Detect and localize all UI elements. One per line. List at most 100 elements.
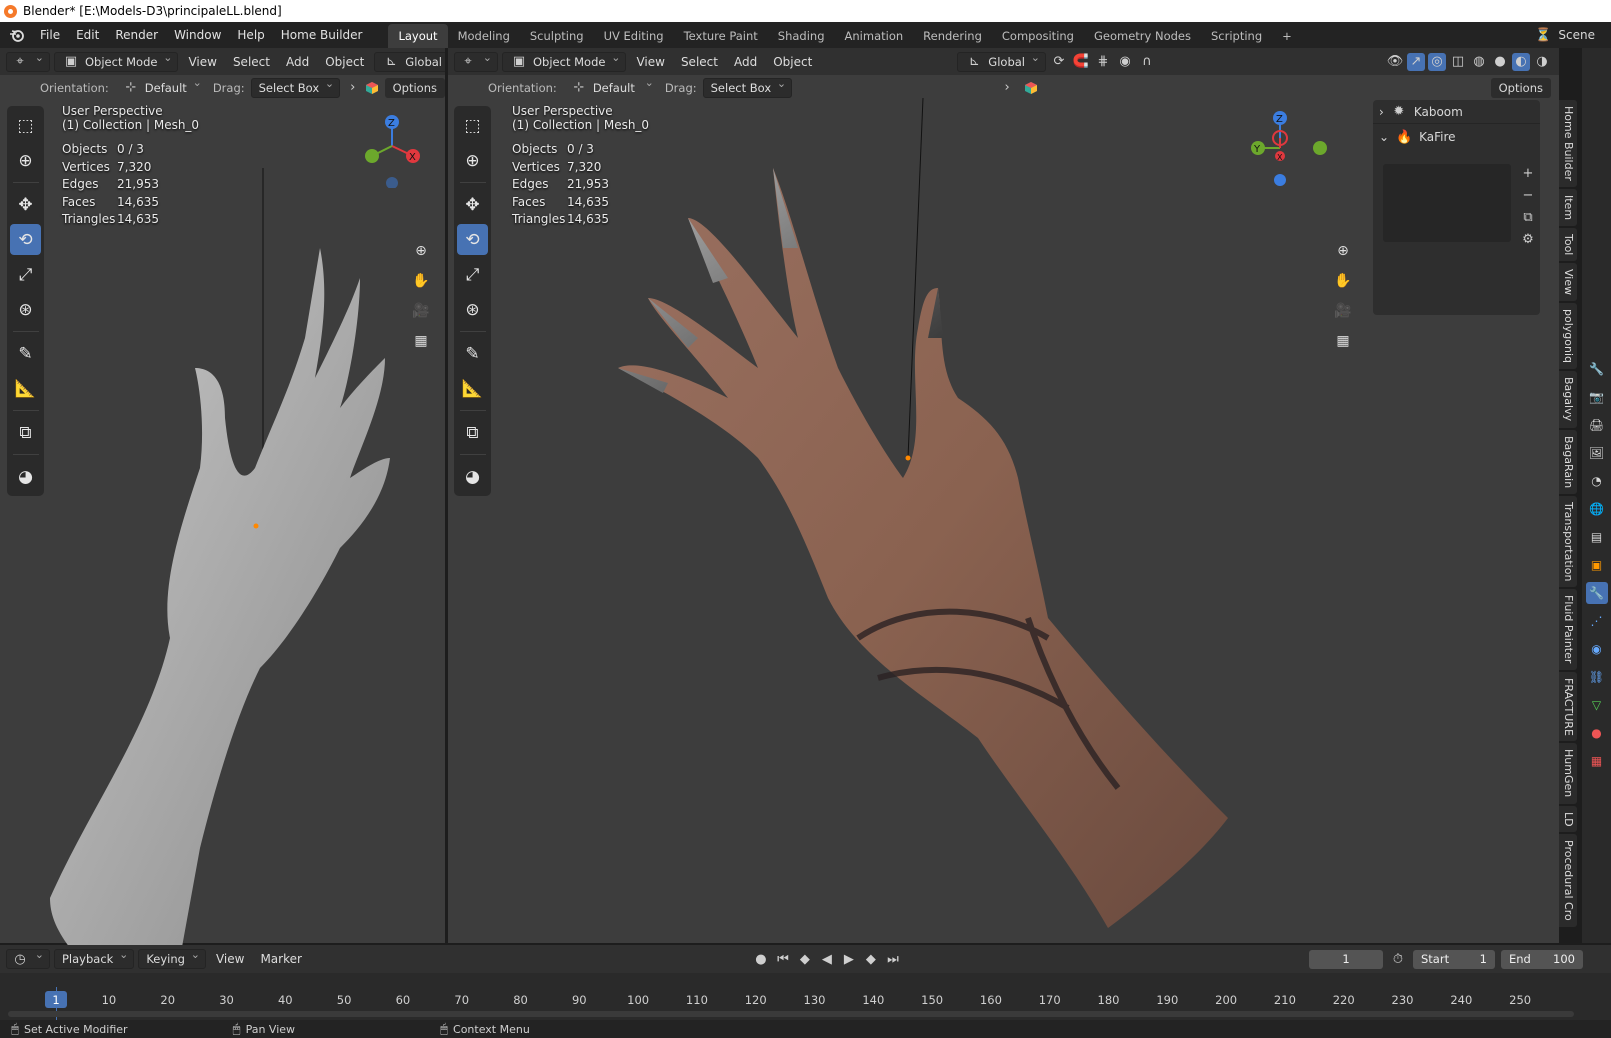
menu-render[interactable]: Render xyxy=(107,28,166,42)
material-props-icon[interactable]: ● xyxy=(1586,722,1608,744)
scene-name[interactable]: Scene xyxy=(1558,28,1595,42)
scene-icon[interactable]: ⏳ xyxy=(1534,26,1552,44)
world-props-icon[interactable]: 🌐 xyxy=(1586,498,1608,520)
timeline-scrollbar[interactable] xyxy=(8,1011,1574,1017)
gray-hand-mesh[interactable] xyxy=(30,168,410,958)
expand-chevron-icon[interactable]: › xyxy=(346,79,359,97)
particles-props-icon[interactable]: ⋰ xyxy=(1586,610,1608,632)
tab-compositing[interactable]: Compositing xyxy=(992,24,1084,48)
right-navigation-gizmo[interactable]: Z Y X xyxy=(1248,108,1328,188)
constraints-props-icon[interactable]: ⛓ xyxy=(1586,666,1608,688)
right-menu-object[interactable]: Object xyxy=(767,55,818,69)
left-drag-dropdown[interactable]: Select Box xyxy=(250,77,341,98)
tab-bagarain[interactable]: BagaRain xyxy=(1559,429,1577,494)
menu-home-builder[interactable]: Home Builder xyxy=(273,28,371,42)
end-frame-field[interactable]: End 100 xyxy=(1501,949,1583,969)
wireframe-shading-icon[interactable]: ◍ xyxy=(1470,53,1488,71)
tab-fracture[interactable]: FRACTURE xyxy=(1559,671,1577,742)
left-3d-viewport[interactable]: ⌖ ▣Object Mode View Select Add Object ⊾G… xyxy=(0,48,478,958)
timeline-marker-menu[interactable]: Marker xyxy=(254,952,307,966)
texture-props-icon[interactable]: ▦ xyxy=(1586,750,1608,772)
right-3d-viewport[interactable]: ⌖ ▣Object Mode View Select Add Object ⊾G… xyxy=(448,48,1559,943)
right-transform-orientation-dropdown[interactable]: ⊾ Global xyxy=(957,51,1046,72)
tab-home-builder[interactable]: Home Builder xyxy=(1559,100,1577,187)
overlay-toggle-icon[interactable]: ◎ xyxy=(1428,52,1446,71)
camera-view-icon[interactable]: 🎥 xyxy=(1330,298,1356,324)
timeline-view-menu[interactable]: View xyxy=(210,952,250,966)
tool-props-icon[interactable]: 🔧 xyxy=(1586,358,1608,380)
timeline-editor[interactable]: ◷ Playback Keying View Marker ● ⏮ ◆ ◀ ▶ … xyxy=(0,945,1611,1020)
jump-end-icon[interactable]: ⏭ xyxy=(884,950,902,968)
panel-kaboom[interactable]: › ✹ Kaboom xyxy=(1373,100,1540,124)
select-box-tool-icon[interactable]: ⬚ xyxy=(457,110,488,141)
add-workspace-button[interactable]: + xyxy=(1272,24,1302,48)
keying-menu[interactable]: Keying xyxy=(138,948,206,969)
zoom-icon[interactable]: ⊕ xyxy=(408,238,434,264)
xray-icon[interactable]: ◫ xyxy=(1449,53,1467,71)
tab-fluid-painter[interactable]: Fluid Painter xyxy=(1559,589,1577,670)
right-drag-dropdown[interactable]: Select Box xyxy=(702,77,793,98)
select-box-tool-icon[interactable]: ⬚ xyxy=(10,110,41,141)
right-editor-type-dropdown[interactable]: ⌖ xyxy=(454,51,498,72)
proportional-edit-icon[interactable]: ◉ xyxy=(1116,53,1134,71)
scene-props-icon[interactable]: ◔ xyxy=(1586,470,1608,492)
transform-tool-icon[interactable]: ⊛ xyxy=(457,294,488,325)
timeline-editor-type-dropdown[interactable]: ◷ xyxy=(6,948,50,969)
left-editor-type-dropdown[interactable]: ⌖ xyxy=(6,51,50,72)
collection-props-icon[interactable]: ▤ xyxy=(1586,526,1608,548)
visibility-icon[interactable]: 👁 xyxy=(1386,53,1404,71)
tab-humgen[interactable]: HumGen xyxy=(1559,743,1577,804)
output-props-icon[interactable]: 🖨 xyxy=(1586,414,1608,436)
prev-keyframe-icon[interactable]: ◆ xyxy=(796,950,814,968)
cursor-tool-icon[interactable]: ⊕ xyxy=(457,145,488,176)
snap-target-icon[interactable]: ⋕ xyxy=(1094,53,1112,71)
record-icon[interactable]: ● xyxy=(752,950,770,968)
tab-view[interactable]: View xyxy=(1559,263,1577,302)
next-keyframe-icon[interactable]: ◆ xyxy=(862,950,880,968)
right-options-button[interactable]: Options xyxy=(1490,77,1551,98)
tab-scripting[interactable]: Scripting xyxy=(1201,24,1272,48)
rendered-shading-icon[interactable]: ◑ xyxy=(1533,53,1551,71)
tab-shading[interactable]: Shading xyxy=(768,24,835,48)
expand-chevron-icon[interactable]: › xyxy=(998,79,1016,97)
data-props-icon[interactable]: ▽ xyxy=(1586,694,1608,716)
copy-icon[interactable]: ⧉ xyxy=(1519,208,1537,226)
tab-texture-paint[interactable]: Texture Paint xyxy=(674,24,768,48)
material-shading-icon[interactable]: ◐ xyxy=(1512,52,1530,71)
ortho-grid-icon[interactable]: ▦ xyxy=(408,328,434,354)
tab-item[interactable]: Item xyxy=(1559,188,1577,226)
scale-tool-icon[interactable]: ⤢ xyxy=(457,259,488,290)
timeline-ruler[interactable]: 10 20 30 40 50 60 70 80 90 100 110 120 130 140 150 160 1… xyxy=(0,973,1580,1020)
right-menu-select[interactable]: Select xyxy=(675,55,724,69)
right-mode-dropdown[interactable]: ▣ Object Mode xyxy=(502,51,627,72)
snap-icon[interactable]: 🧲 xyxy=(1072,53,1090,71)
gizmo-color-icon[interactable] xyxy=(1022,79,1040,97)
playback-menu[interactable]: Playback xyxy=(54,948,135,969)
pan-hand-icon[interactable]: ✋ xyxy=(408,268,434,294)
tab-geometry-nodes[interactable]: Geometry Nodes xyxy=(1084,24,1201,48)
left-menu-object[interactable]: Object xyxy=(319,55,370,69)
tab-layout[interactable]: Layout xyxy=(388,24,448,48)
modifier-props-icon[interactable]: 🔧 xyxy=(1585,582,1608,604)
left-menu-select[interactable]: Select xyxy=(227,55,276,69)
left-menu-view[interactable]: View xyxy=(182,55,222,69)
tab-animation[interactable]: Animation xyxy=(835,24,914,48)
rotate-tool-icon[interactable]: ⟲ xyxy=(457,224,488,255)
tab-bagalvy[interactable]: Bagalvy xyxy=(1559,371,1577,428)
remove-icon[interactable]: − xyxy=(1519,186,1537,204)
add-icon[interactable]: + xyxy=(1519,164,1537,182)
start-frame-field[interactable]: Start 1 xyxy=(1413,949,1495,969)
play-icon[interactable]: ▶ xyxy=(840,950,858,968)
gizmo-toggle-icon[interactable]: ↗ xyxy=(1407,52,1425,71)
zoom-icon[interactable]: ⊕ xyxy=(1330,238,1356,264)
settings-icon[interactable]: ⚙ xyxy=(1519,230,1537,248)
tab-rendering[interactable]: Rendering xyxy=(913,24,992,48)
annotate-tool-icon[interactable]: ✎ xyxy=(457,338,488,369)
right-menu-view[interactable]: View xyxy=(630,55,670,69)
menu-file[interactable]: File xyxy=(32,28,68,42)
kafire-list[interactable] xyxy=(1383,164,1511,242)
add-cube-tool-icon[interactable]: ⧉ xyxy=(457,417,488,448)
right-orientation-dropdown[interactable]: ⊹ Default xyxy=(563,76,659,98)
measure-tool-icon[interactable]: 📐 xyxy=(457,373,488,404)
pan-hand-icon[interactable]: ✋ xyxy=(1330,268,1356,294)
